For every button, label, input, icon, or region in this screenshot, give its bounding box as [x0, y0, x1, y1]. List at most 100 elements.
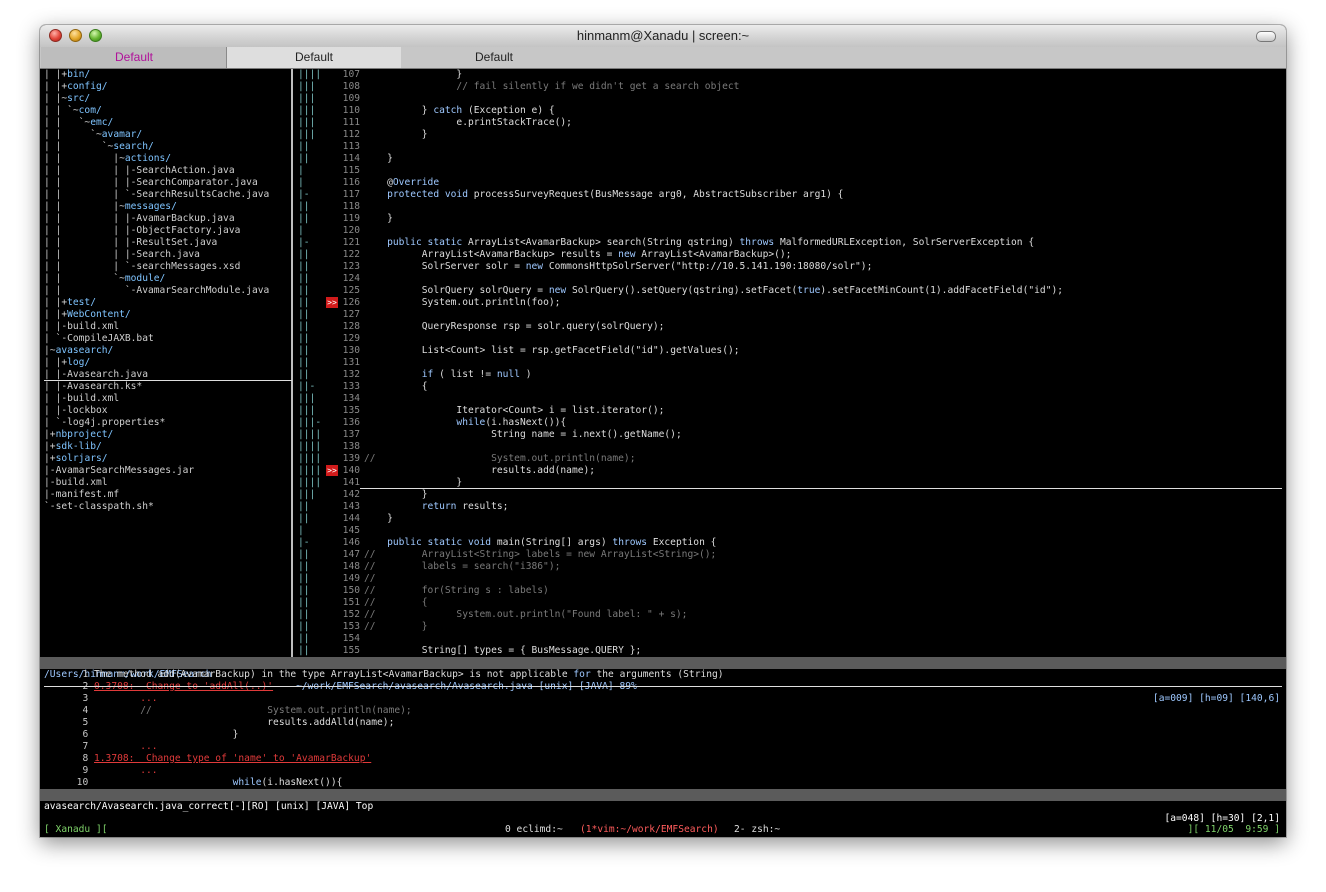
code-line[interactable]: // — [364, 573, 1284, 585]
code-line[interactable]: public static void main(String[] args) t… — [364, 537, 1284, 549]
tree-item[interactable]: | | | |-SearchAction.java — [44, 165, 292, 177]
code-line[interactable] — [364, 333, 1284, 345]
tree-item[interactable]: | | `-AvamarSearchModule.java — [44, 285, 292, 297]
code-line[interactable] — [364, 633, 1284, 645]
tree-item[interactable]: | | | |-SearchComparator.java — [44, 177, 292, 189]
correction-line[interactable]: 2 0.3708: Change to 'addAll(..)' — [44, 681, 273, 693]
correction-line[interactable]: 5 results.addAlld(name); — [44, 717, 394, 729]
tree-item[interactable]: |+nbproject/ — [44, 429, 292, 441]
screen-window-0[interactable]: 0 eclimd:~ — [505, 824, 563, 836]
code-line[interactable] — [364, 441, 1284, 453]
tree-item[interactable]: | | `~avamar/ — [44, 129, 292, 141]
title-bar[interactable]: hinmanm@Xanadu | screen:~ — [40, 25, 1286, 48]
code-line[interactable]: } — [364, 153, 1284, 165]
correction-line[interactable]: 10 while(i.hasNext()){ — [44, 777, 343, 789]
tree-item[interactable]: | | | `-searchMessages.xsd — [44, 261, 292, 273]
tree-item[interactable]: | |+WebContent/ — [44, 309, 292, 321]
tree-item[interactable]: |-build.xml — [44, 477, 292, 489]
code-line[interactable]: } — [364, 213, 1284, 225]
tree-item[interactable]: |-AvamarSearchMessages.jar — [44, 465, 292, 477]
tab-default-1[interactable]: Default — [41, 47, 227, 68]
correction-line[interactable]: 6 } — [44, 729, 238, 741]
tree-item[interactable]: | |-lockbox — [44, 405, 292, 417]
tree-item[interactable]: `-set-classpath.sh* — [44, 501, 292, 513]
code-line[interactable] — [364, 165, 1284, 177]
code-line[interactable]: String name = i.next().getName(); — [364, 429, 1284, 441]
tree-item[interactable]: | |+bin/ — [44, 69, 292, 81]
tree-item[interactable]: | | `~module/ — [44, 273, 292, 285]
code-line[interactable]: // fail silently if we didn't get a sear… — [364, 81, 1284, 93]
code-line[interactable]: return results; — [364, 501, 1284, 513]
error-sign-icon[interactable]: >> — [326, 297, 338, 308]
code-line[interactable] — [364, 93, 1284, 105]
code-line[interactable]: } — [364, 129, 1284, 141]
screen-window-1[interactable]: (1*vim:~/work/EMFSearch) — [580, 824, 719, 836]
tree-item[interactable]: | | | |-ObjectFactory.java — [44, 225, 292, 237]
error-sign-icon[interactable]: >> — [326, 465, 338, 476]
tree-item[interactable]: | | | |-ResultSet.java — [44, 237, 292, 249]
code-line[interactable]: // } — [364, 621, 1284, 633]
code-line[interactable]: public static ArrayList<AvamarBackup> se… — [364, 237, 1284, 249]
toolbar-toggle-button[interactable] — [1256, 31, 1276, 42]
tree-item[interactable]: | | | |-AvamarBackup.java — [44, 213, 292, 225]
tree-item[interactable]: |+solrjars/ — [44, 453, 292, 465]
code-line[interactable] — [364, 525, 1284, 537]
tree-item[interactable]: |+sdk-lib/ — [44, 441, 292, 453]
code-line[interactable]: } catch (Exception e) { — [364, 105, 1284, 117]
tree-item[interactable]: | |+config/ — [44, 81, 292, 93]
code-line[interactable] — [364, 273, 1284, 285]
code-line[interactable]: // System.out.println("Found label: " + … — [364, 609, 1284, 621]
tree-item[interactable]: | | | `-SearchResultsCache.java — [44, 189, 292, 201]
tree-item[interactable]: | |+log/ — [44, 357, 292, 369]
code-line[interactable]: SolrQuery solrQuery = new SolrQuery().se… — [364, 285, 1284, 297]
correction-line[interactable]: 1 The method add(AvamarBackup) in the ty… — [44, 669, 723, 681]
code-line[interactable]: ArrayList<AvamarBackup> results = new Ar… — [364, 249, 1284, 261]
code-line[interactable] — [364, 357, 1284, 369]
code-line[interactable]: List<Count> list = rsp.getFacetField("id… — [364, 345, 1284, 357]
tree-item[interactable]: | |~src/ — [44, 93, 292, 105]
tree-item[interactable]: | | `~search/ — [44, 141, 292, 153]
tree-item[interactable]: | `-log4j.properties* — [44, 417, 292, 429]
correction-line[interactable]: 7 ... — [44, 741, 157, 753]
code-line[interactable] — [364, 309, 1284, 321]
tree-item[interactable]: | |-build.xml — [44, 393, 292, 405]
code-line[interactable] — [364, 201, 1284, 213]
tree-item[interactable]: | |+test/ — [44, 297, 292, 309]
code-line[interactable]: String[] types = { BusMessage.QUERY }; — [364, 645, 1284, 657]
tree-item[interactable]: | |-Avasearch.ks* — [44, 381, 292, 393]
code-line[interactable]: if ( list != null ) — [364, 369, 1284, 381]
tab-default-2[interactable]: Default — [226, 47, 402, 68]
code-line[interactable]: e.printStackTrace(); — [364, 117, 1284, 129]
code-line[interactable]: QueryResponse rsp = solr.query(solrQuery… — [364, 321, 1284, 333]
correction-line[interactable]: 3 ... — [44, 693, 157, 705]
terminal-area[interactable]: | |+bin/| |+config/| |~src/| | `~com/| |… — [40, 69, 1286, 837]
code-line[interactable]: // labels = search("i386"); — [364, 561, 1284, 573]
tree-item[interactable]: | |-build.xml — [44, 321, 292, 333]
code-line[interactable]: results.add(name); — [364, 465, 1284, 477]
tree-item[interactable]: |-manifest.mf — [44, 489, 292, 501]
correction-line[interactable]: 8 1.3708: Change type of 'name' to 'Avam… — [44, 753, 371, 765]
code-line[interactable]: // ArrayList<String> labels = new ArrayL… — [364, 549, 1284, 561]
correction-line[interactable]: 9 ... — [44, 765, 157, 777]
code-line[interactable]: // System.out.println(name); — [364, 453, 1284, 465]
correction-line[interactable]: 4 // System.out.println(name); — [44, 705, 411, 717]
code-line[interactable]: { — [364, 381, 1284, 393]
screen-window-2[interactable]: 2- zsh:~ — [734, 824, 780, 836]
code-line[interactable] — [364, 393, 1284, 405]
tree-item[interactable]: | | |~messages/ — [44, 201, 292, 213]
code-line[interactable]: } — [364, 69, 1284, 81]
tree-item[interactable]: | | | |-Search.java — [44, 249, 292, 261]
code-line[interactable]: @Override — [364, 177, 1284, 189]
tree-item[interactable]: | | |~actions/ — [44, 153, 292, 165]
code-line[interactable]: SolrServer solr = new CommonsHttpSolrSer… — [364, 261, 1284, 273]
code-line[interactable] — [364, 141, 1284, 153]
tab-default-3[interactable]: Default — [401, 47, 587, 68]
tree-item[interactable]: | `-CompileJAXB.bat — [44, 333, 292, 345]
tree-item[interactable]: | | `~com/ — [44, 105, 292, 117]
tree-item[interactable]: |~avasearch/ — [44, 345, 292, 357]
code-line[interactable] — [364, 225, 1284, 237]
tree-item[interactable]: | | `~emc/ — [44, 117, 292, 129]
code-line[interactable]: protected void processSurveyRequest(BusM… — [364, 189, 1284, 201]
code-line[interactable]: System.out.println(foo); — [364, 297, 1284, 309]
code-line[interactable]: while(i.hasNext()){ — [364, 417, 1284, 429]
